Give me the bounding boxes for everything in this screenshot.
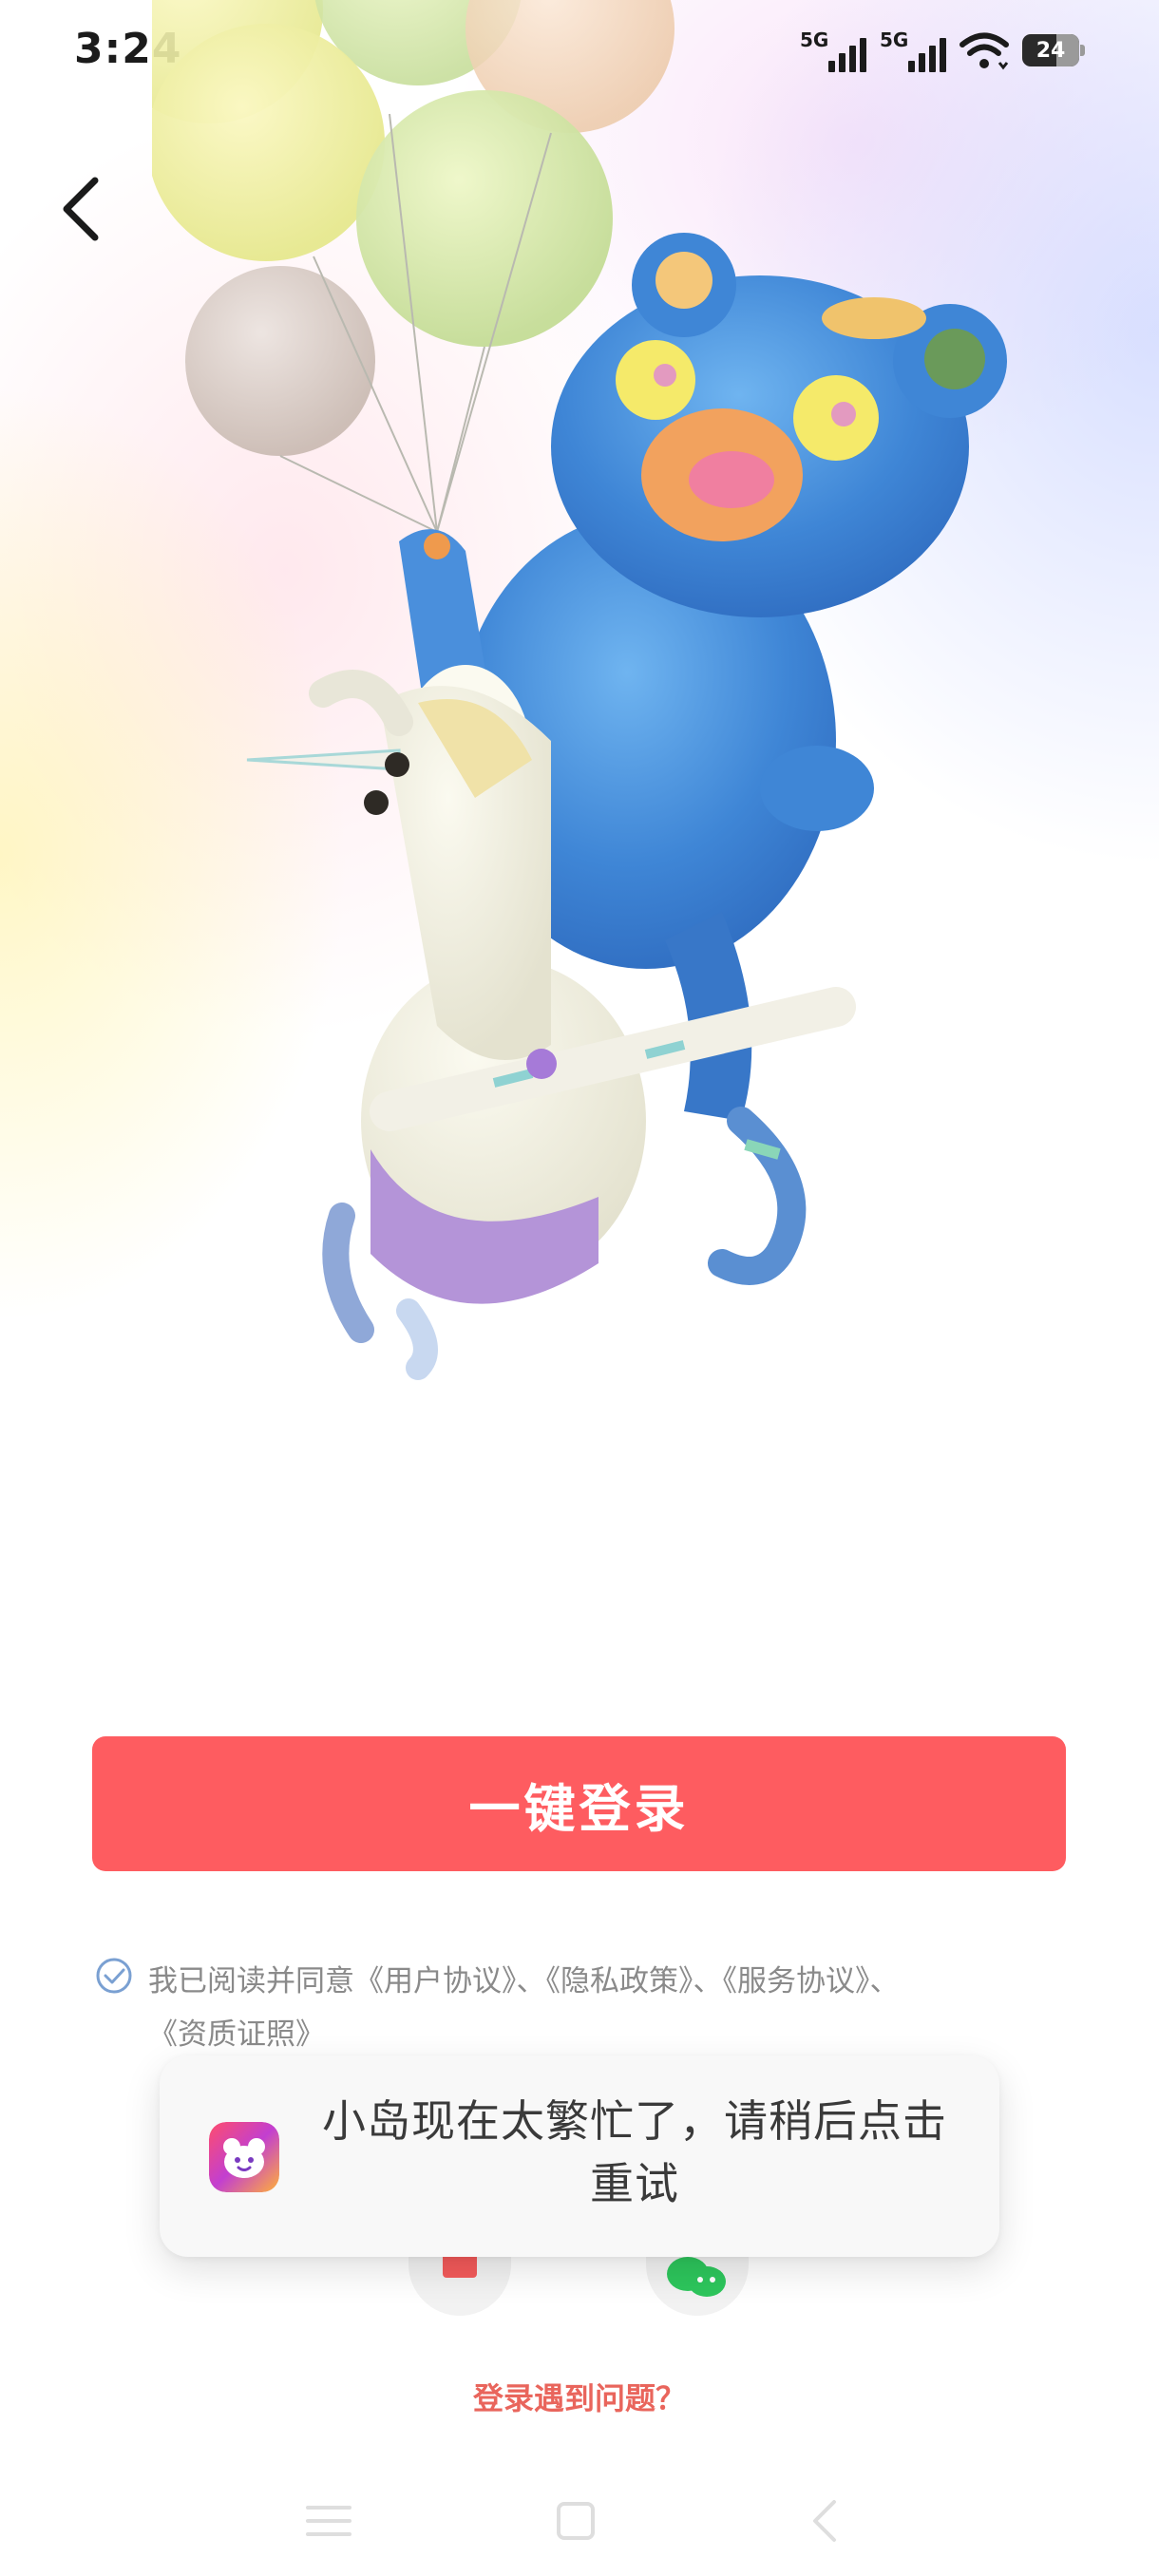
qualification-link[interactable]: 《资质证照》	[148, 2017, 325, 2052]
recent-apps-button[interactable]	[300, 2492, 357, 2549]
home-button[interactable]	[547, 2492, 604, 2549]
service-agreement-link[interactable]: 《服务协议》	[723, 1964, 870, 1998]
separator: 、	[869, 1964, 900, 1998]
bear-app-icon	[209, 2122, 279, 2192]
toast-message: 小岛现在太繁忙了，请稍后点击重试	[322, 2095, 947, 2209]
user-agreement-link[interactable]: 《用户协议》	[354, 1964, 517, 1998]
privacy-policy-link[interactable]: 《隐私政策》	[546, 1964, 694, 1998]
chevron-left-icon	[63, 177, 99, 241]
menu-icon	[306, 2506, 352, 2536]
one-tap-login-button[interactable]: 一键登录	[92, 1736, 1066, 1871]
login-page: 3:24 5G 5G 24 一键登录 我已阅读并同意《用户协议》、《隐私政策》、…	[0, 0, 1159, 2576]
check-circle-icon	[96, 1958, 132, 1994]
system-nav-bar	[0, 2470, 1159, 2576]
back-button[interactable]	[49, 169, 110, 249]
toast-notification: 小岛现在太繁忙了，请稍后点击重试	[160, 2055, 999, 2257]
agreement-text: 我已阅读并同意《用户协议》、《隐私政策》、《服务协议》、《资质证照》	[148, 1955, 1060, 2061]
agreement-checkbox[interactable]	[95, 1957, 133, 1995]
home-icon	[557, 2502, 595, 2540]
system-back-button[interactable]	[796, 2492, 853, 2549]
agreement-section: 我已阅读并同意《用户协议》、《隐私政策》、《服务协议》、《资质证照》	[95, 1955, 1054, 2059]
separator: 、	[516, 1964, 546, 1998]
hero-illustration	[152, 0, 1007, 1380]
back-triangle-icon	[813, 2500, 836, 2542]
login-help-link[interactable]: 登录遇到问题？	[0, 2375, 1159, 2418]
battery-level: 24	[1036, 38, 1066, 63]
agreement-prefix: 我已阅读并同意	[148, 1964, 354, 1998]
separator: 、	[693, 1964, 723, 1998]
